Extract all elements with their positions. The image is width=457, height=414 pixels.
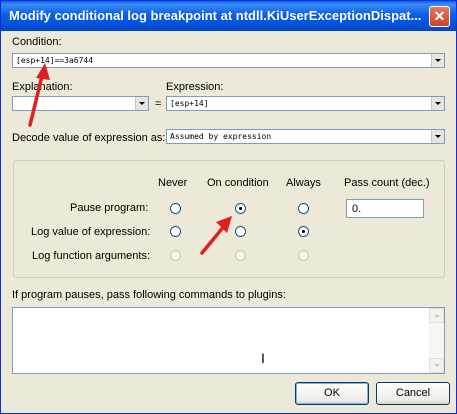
expression-label: Expression: xyxy=(166,81,224,93)
decode-value: Assumed by expression xyxy=(170,132,272,141)
window-title: Modify conditional log breakpoint at ntd… xyxy=(9,8,422,23)
plugins-commands-textarea[interactable]: I xyxy=(12,307,445,374)
scroll-up-icon[interactable] xyxy=(429,308,444,323)
column-always: Always xyxy=(286,177,321,189)
row-label-log-args: Log function arguments: xyxy=(32,250,151,262)
text-cursor-icon: I xyxy=(261,350,265,366)
chevron-down-icon[interactable] xyxy=(431,54,444,67)
plugins-scrollbar[interactable] xyxy=(429,308,444,373)
dialog-window: Modify conditional log breakpoint at ntd… xyxy=(0,0,457,414)
decode-label: Decode value of expression as: xyxy=(12,132,166,144)
log-value-on-condition-radio[interactable] xyxy=(235,226,246,237)
condition-value: [esp+14]==3a6744 xyxy=(16,56,94,65)
pass-count-value: 0. xyxy=(352,203,362,215)
row-label-log-value: Log value of expression: xyxy=(31,226,151,238)
equals-sign: = xyxy=(155,98,162,110)
log-args-always-radio[interactable] xyxy=(298,250,309,261)
column-never: Never xyxy=(158,177,188,189)
column-on-condition: On condition xyxy=(207,177,269,189)
cancel-button[interactable]: Cancel xyxy=(376,382,450,405)
pass-count-input[interactable]: 0. xyxy=(346,199,424,218)
title-bar[interactable]: Modify conditional log breakpoint at ntd… xyxy=(1,1,456,31)
plugins-label: If program pauses, pass following comman… xyxy=(12,289,286,301)
pause-always-radio[interactable] xyxy=(298,203,309,214)
pause-never-radio[interactable] xyxy=(170,203,181,214)
log-value-never-radio[interactable] xyxy=(170,226,181,237)
close-icon: ✕ xyxy=(433,8,446,24)
condition-combo[interactable]: [esp+14]==3a6744 xyxy=(12,53,445,68)
close-button[interactable]: ✕ xyxy=(429,6,450,27)
ok-button[interactable]: OK xyxy=(295,382,369,405)
log-value-always-radio[interactable] xyxy=(298,226,309,237)
log-args-on-condition-radio[interactable] xyxy=(235,250,246,261)
explanation-label: Explanation: xyxy=(12,81,73,93)
column-pass-count: Pass count (dec.) xyxy=(344,177,430,189)
row-label-pause: Pause program: xyxy=(70,202,149,214)
chevron-down-icon[interactable] xyxy=(431,130,444,143)
log-args-never-radio[interactable] xyxy=(170,250,181,261)
decode-combo[interactable]: Assumed by expression xyxy=(166,129,445,144)
explanation-combo[interactable] xyxy=(12,96,149,111)
chevron-down-icon[interactable] xyxy=(431,97,444,110)
pause-on-condition-radio[interactable] xyxy=(235,203,246,214)
scroll-down-icon[interactable] xyxy=(429,358,444,373)
chevron-down-icon[interactable] xyxy=(135,97,148,110)
expression-value: [esp+14] xyxy=(170,99,209,108)
expression-combo[interactable]: [esp+14] xyxy=(166,96,445,111)
condition-label: Condition: xyxy=(12,36,62,48)
